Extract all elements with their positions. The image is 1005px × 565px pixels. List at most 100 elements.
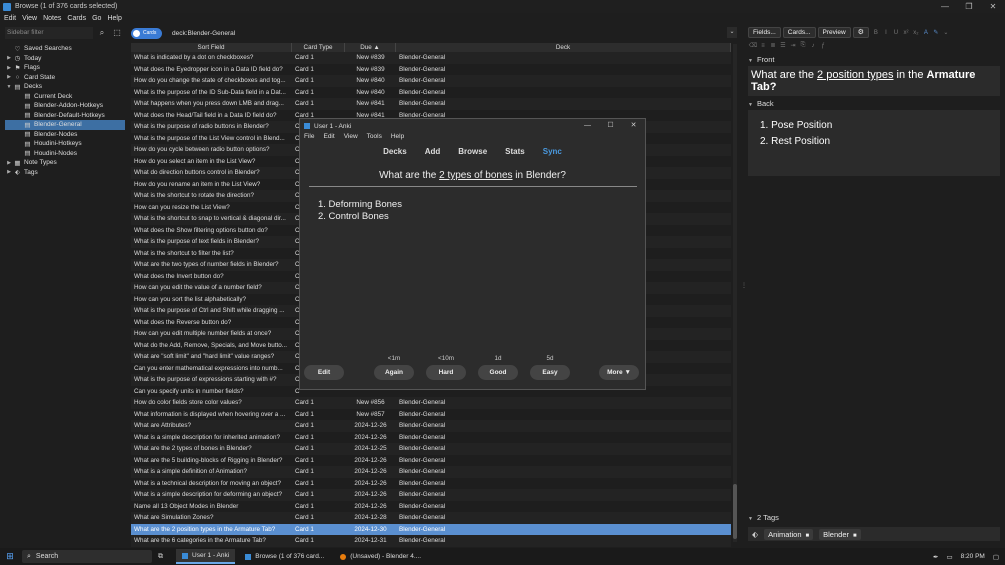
column-sort-field[interactable]: Sort Field [131,43,292,52]
sidebar-item-decks[interactable]: ▼ ▤ Decks [5,82,125,92]
sidebar-item-note-types[interactable]: ▶ ▦ Note Types [5,158,125,168]
function-icon[interactable]: ƒ [818,43,828,49]
underline-icon[interactable]: U [891,30,901,36]
gear-icon[interactable]: ⚙ [852,27,869,38]
easy-button[interactable]: Easy [530,365,570,380]
menu-edit[interactable]: Edit [323,133,334,143]
chevron-down-icon[interactable]: ⌄ [941,29,951,36]
menu-cards[interactable]: Cards [67,15,86,22]
table-row[interactable]: What are the 2 position types in the Arm… [131,523,731,535]
table-row[interactable]: What are Simulation Zones? Card 1 2024-12-… [131,512,731,524]
eraser-icon[interactable]: ⌫ [748,42,758,49]
collapse-back-icon[interactable]: ▼ [748,102,753,108]
table-row[interactable]: What are the 2 types of bones in Blender… [131,443,731,455]
menu-help[interactable]: Help [391,133,404,143]
fields-button[interactable]: Fields... [748,27,781,38]
text-color-icon[interactable]: A [921,30,931,36]
splitter-handle[interactable]: ⋮ [741,282,747,289]
menu-help[interactable]: Help [107,15,121,22]
column-card-type[interactable]: Card Type [292,43,345,52]
menu-file[interactable]: File [304,133,314,143]
sidebar-item-blender-addon-hotkeys[interactable]: ▤ Blender-Addon-Hotkeys [5,101,125,111]
windows-start-icon[interactable]: ⊞ [2,551,18,562]
table-row[interactable]: What are Attributes? Card 1 2024-12-26 Blen… [131,420,731,432]
table-row[interactable]: What happens when you press down LMB and… [131,98,731,110]
subscript-icon[interactable]: x₂ [911,30,921,36]
nav-browse[interactable]: Browse [458,147,487,156]
sidebar-item-blender-general[interactable]: ▤ Blender-General [5,120,125,130]
again-button[interactable]: Again [374,365,414,380]
minimize-button[interactable]: — [933,0,957,13]
table-row[interactable]: What is a simple definition of Animation… [131,466,731,478]
sidebar-item-tags[interactable]: ▶ ⬖ Tags [5,168,125,178]
table-row[interactable]: What is the purpose of the ID Sub-Data f… [131,87,731,99]
table-scrollbar[interactable] [733,44,737,542]
sidebar-item-card-state[interactable]: ▶ ○ Card State [5,73,125,83]
indent-icon[interactable]: ⇥ [788,42,798,49]
taskbar-app-browse[interactable]: Browse (1 of 376 card... [239,549,330,564]
search-query-input[interactable]: deck:Blender-General [172,30,235,37]
more-button[interactable]: More ▼ [599,365,639,380]
sidebar-item-flags[interactable]: ▶ ⚑ Flags [5,63,125,73]
menu-view[interactable]: View [344,133,358,143]
delete-tag-icon[interactable]: ■ [806,533,810,539]
expand-arrow-icon[interactable]: ▶ [5,169,13,175]
highlight-icon[interactable]: ✎ [931,29,941,36]
tags-header[interactable]: ▼ 2 Tags [748,512,1000,524]
align-icon[interactable]: ☰ [778,42,788,49]
expand-arrow-icon[interactable]: ▶ [5,65,13,71]
sidebar-filter-input[interactable]: Sidebar filter [5,27,93,39]
minimize-button[interactable]: — [576,119,599,133]
cards-notes-toggle[interactable]: Cards [131,27,162,39]
table-row[interactable]: What is a technical description for movi… [131,478,731,490]
menu-edit[interactable]: Edit [4,15,16,22]
bold-icon[interactable]: B [871,30,881,36]
pen-icon[interactable]: ✒ [933,553,938,561]
italic-icon[interactable]: I [881,30,891,36]
table-row[interactable]: What is a simple description for inherit… [131,432,731,444]
good-button[interactable]: Good [478,365,518,380]
preview-button[interactable]: Preview [817,27,851,38]
tag-chip[interactable]: Animation ■ [764,528,814,540]
table-row[interactable]: What does the Eyedropper icon in a Data … [131,64,731,76]
hard-button[interactable]: Hard [426,365,466,380]
microphone-icon[interactable]: ♪ [808,43,818,49]
scrollbar-thumb[interactable] [733,484,737,539]
front-field-input[interactable]: What are the 2 position types in the Arm… [748,66,1000,96]
table-row[interactable]: What is a simple description for deformi… [131,489,731,501]
sidebar-item-saved-searches[interactable]: ♡ Saved Searches [5,44,125,54]
back-field-header[interactable]: ▼ Back [748,98,1000,110]
expand-arrow-icon[interactable]: ▼ [5,84,13,90]
monitor-icon[interactable]: ▭ [946,553,952,561]
search-icon[interactable]: ⌕ [96,27,108,39]
edit-button[interactable]: Edit [304,365,344,380]
sidebar-item-houdini-nodes[interactable]: ▤ Houdini-Nodes [5,149,125,159]
table-row[interactable]: What is indicated by a dot on checkboxes… [131,52,731,64]
maximize-button[interactable]: ☐ [599,119,622,133]
collapse-tags-icon[interactable]: ▼ [748,516,753,522]
table-row[interactable]: What information is displayed when hover… [131,409,731,421]
column-deck[interactable]: Deck [396,43,731,52]
front-field-header[interactable]: ▼ Front [748,54,1000,66]
menu-notes[interactable]: Notes [43,15,61,22]
list-ordered-icon[interactable]: ≣ [768,42,778,49]
superscript-icon[interactable]: x² [901,30,911,36]
close-button[interactable]: ✕ [981,0,1005,13]
table-row[interactable]: How do color fields store color values? C… [131,397,731,409]
select-mode-icon[interactable]: ⬚ [111,27,123,39]
sidebar-item-current-deck[interactable]: ▤ Current Deck [5,92,125,102]
tag-chip[interactable]: Blender ■ [819,528,861,540]
table-row[interactable]: How do you change the state of checkboxe… [131,75,731,87]
nav-decks[interactable]: Decks [383,147,407,156]
sidebar-item-blender-nodes[interactable]: ▤ Blender-Nodes [5,130,125,140]
table-row[interactable]: What are the 5 building-blocks of Riggin… [131,455,731,467]
menu-go[interactable]: Go [92,15,101,22]
back-field-input[interactable]: 1. Pose Position 2. Rest Position [748,110,1000,176]
taskbar-app-anki[interactable]: User 1 - Anki [176,549,236,564]
notification-icon[interactable]: ▢ [993,553,999,561]
tag-editor[interactable]: ⬖ Animation ■ Blender ■ [748,527,1000,541]
table-row[interactable]: Name all 13 Object Modes in Blender Card … [131,501,731,513]
chevron-down-icon[interactable]: ⌄ [727,27,737,38]
column-due[interactable]: Due ▲ [345,43,396,52]
nav-add[interactable]: Add [425,147,441,156]
